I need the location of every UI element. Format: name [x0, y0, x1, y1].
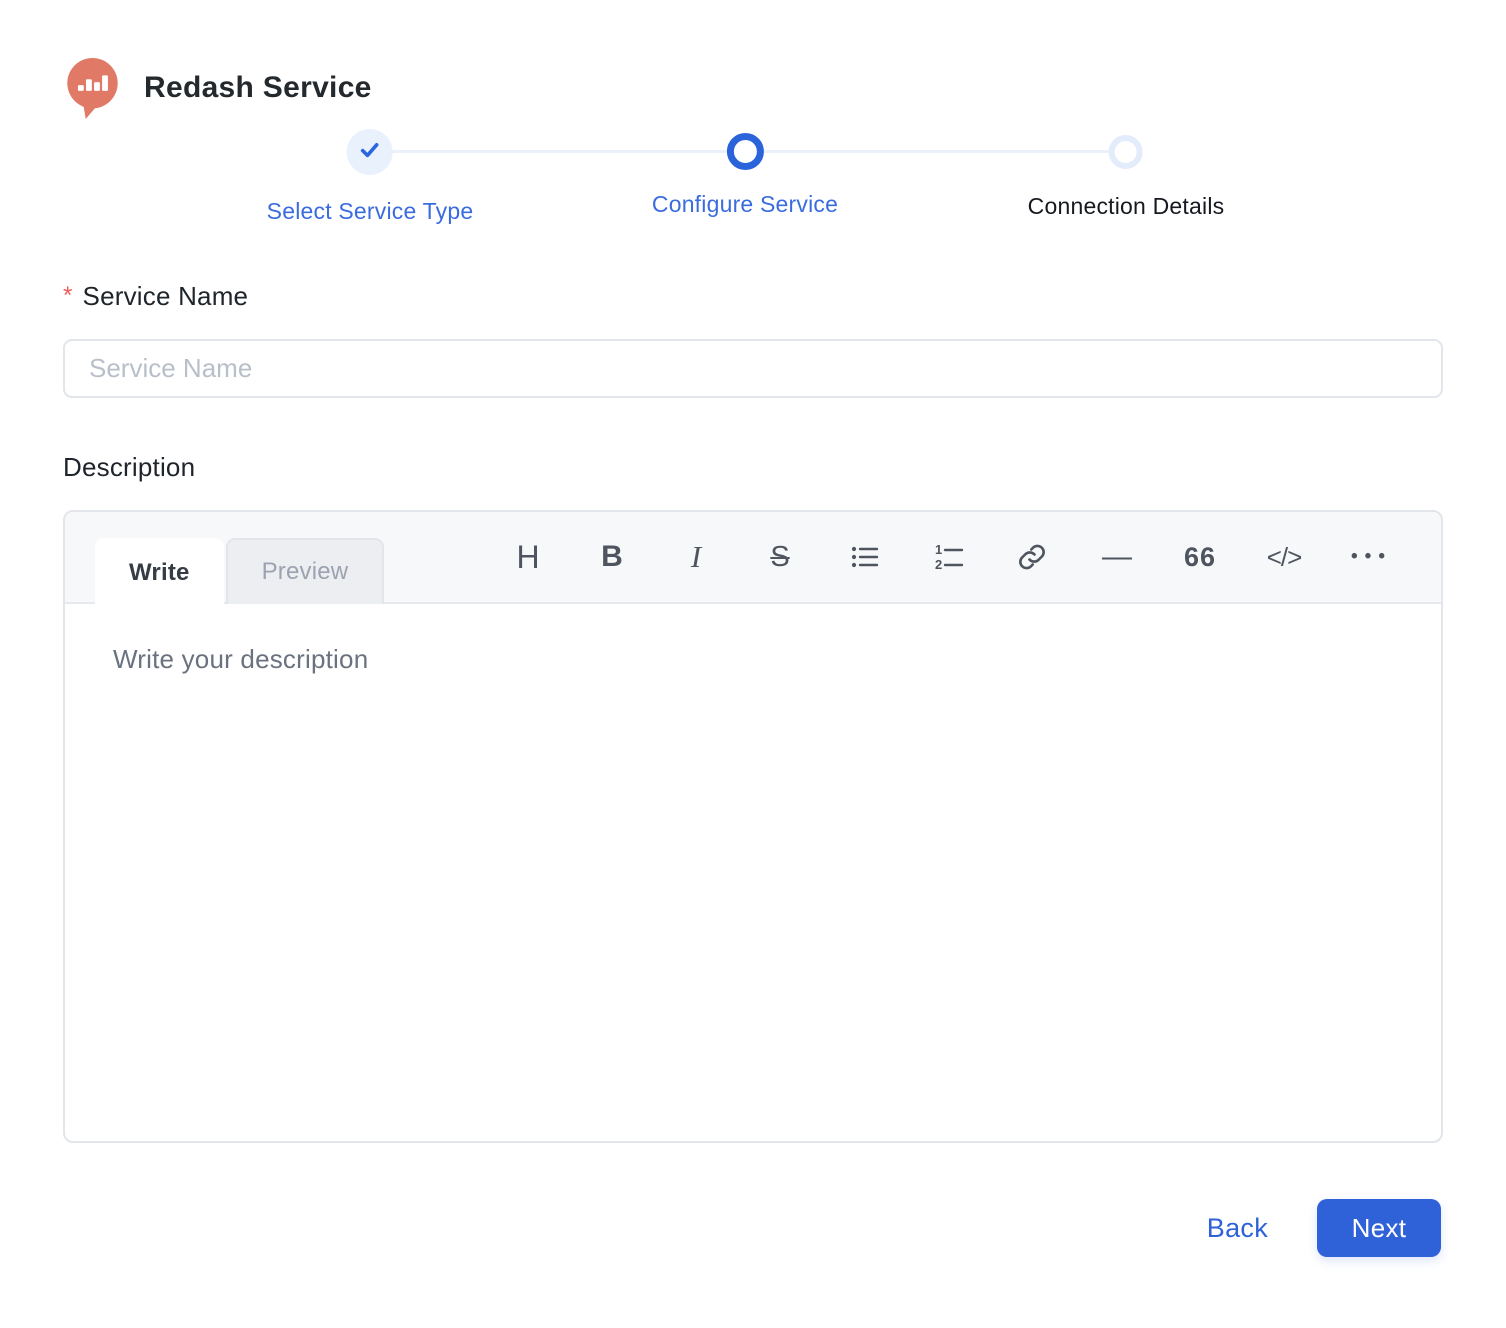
svg-text:2: 2 [935, 557, 942, 572]
description-editor: Write Preview H B I S [63, 510, 1443, 1143]
service-name-label-text: Service Name [83, 281, 249, 311]
step-connection-details[interactable]: Connection Details [1028, 128, 1225, 220]
editor-toolbar: H B I S 1 2 [512, 512, 1384, 602]
check-icon [358, 138, 382, 167]
editor-header: Write Preview H B I S [65, 512, 1441, 604]
tab-write[interactable]: Write [95, 538, 224, 608]
stepper: Select Service Type Configure Service Co… [63, 128, 1443, 232]
service-name-label: * Service Name [63, 281, 248, 312]
more-options-icon[interactable]: ••• [1352, 535, 1384, 579]
required-asterisk: * [63, 282, 73, 309]
step-label: Connection Details [1028, 193, 1225, 220]
unordered-list-icon[interactable] [848, 535, 880, 579]
svg-text:1: 1 [935, 542, 942, 557]
step-completed-circle[interactable] [347, 129, 393, 175]
step-select-service-type[interactable]: Select Service Type [267, 128, 474, 225]
bold-icon[interactable]: B [596, 535, 628, 579]
page-title: Redash Service [144, 71, 372, 105]
horizontal-rule-icon[interactable]: — [1100, 535, 1132, 579]
italic-icon[interactable]: I [680, 535, 712, 579]
description-label: Description [63, 452, 195, 483]
step-label: Select Service Type [267, 198, 474, 225]
brand-header: Redash Service [64, 56, 372, 120]
next-button[interactable]: Next [1317, 1199, 1441, 1257]
footer-actions: Back Next [1207, 1199, 1441, 1257]
quote-icon[interactable]: 66 [1184, 535, 1216, 579]
code-icon[interactable]: </> [1268, 535, 1300, 579]
service-name-input[interactable] [63, 339, 1443, 398]
step-configure-service[interactable]: Configure Service [652, 128, 838, 218]
link-icon[interactable] [1016, 535, 1048, 579]
add-service-page: Redash Service Select Service Type Confi… [0, 0, 1506, 1328]
editor-tabs: Write Preview [95, 538, 384, 608]
redash-logo-icon [64, 56, 121, 120]
tab-preview[interactable]: Preview [226, 538, 385, 604]
strikethrough-icon[interactable]: S [764, 535, 796, 579]
heading-icon[interactable]: H [512, 535, 544, 579]
step-label: Configure Service [652, 191, 838, 218]
step-pending-circle[interactable] [1109, 135, 1143, 169]
description-textarea[interactable] [65, 604, 1441, 1141]
back-button[interactable]: Back [1207, 1213, 1268, 1244]
ordered-list-icon[interactable]: 1 2 [932, 535, 964, 579]
step-active-circle[interactable] [727, 133, 764, 170]
